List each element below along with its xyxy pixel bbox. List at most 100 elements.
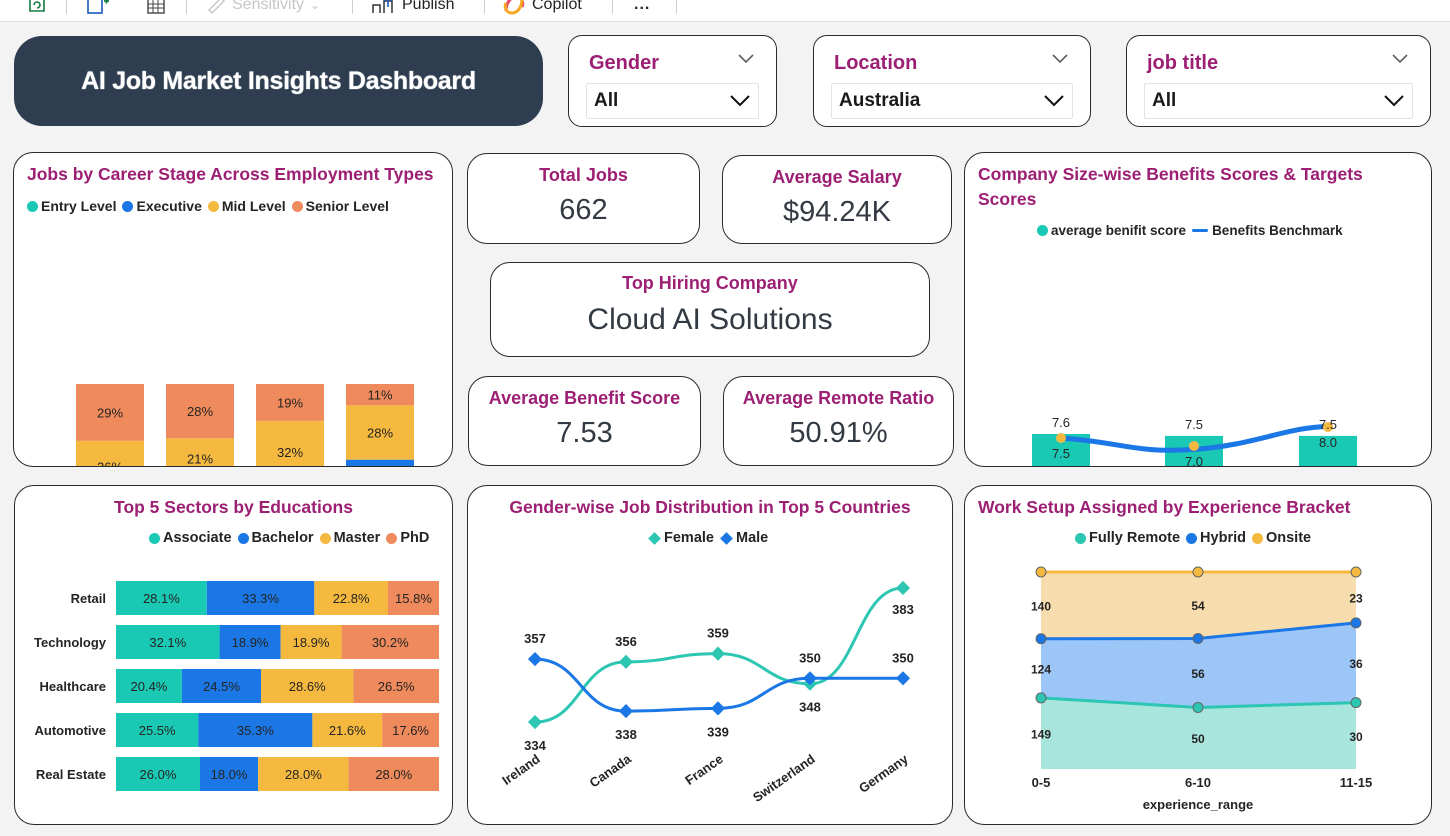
data-label: 56 bbox=[1191, 666, 1205, 680]
chevron-down-icon bbox=[730, 95, 750, 107]
data-label: 7.5 bbox=[1184, 416, 1202, 431]
publish-label: Publish bbox=[402, 0, 455, 13]
chevron-down-icon: ⌄ bbox=[310, 0, 321, 12]
data-label: 124 bbox=[1030, 662, 1050, 676]
data-point[interactable] bbox=[618, 654, 633, 669]
data-point[interactable] bbox=[1192, 632, 1203, 644]
chevron-down-icon bbox=[1384, 95, 1404, 107]
data-label: 350 bbox=[799, 650, 821, 665]
data-label: 357 bbox=[524, 631, 546, 646]
kpi-value: $94.24K bbox=[782, 196, 892, 228]
x-tick-label: 11-15 bbox=[1339, 775, 1372, 790]
data-label: 356 bbox=[615, 633, 637, 648]
data-point[interactable] bbox=[1035, 691, 1046, 703]
collapse-chevron-icon[interactable] bbox=[1052, 54, 1068, 64]
data-label: 338 bbox=[615, 727, 637, 742]
data-label: 28.0% bbox=[375, 767, 412, 782]
gender-dropdown[interactable]: All bbox=[586, 83, 759, 119]
table-button[interactable] bbox=[146, 0, 166, 16]
data-point[interactable] bbox=[527, 651, 542, 666]
table-icon bbox=[147, 0, 165, 14]
data-label: 23 bbox=[1349, 591, 1363, 605]
data-point[interactable] bbox=[1035, 632, 1046, 644]
publish-button[interactable]: Publish bbox=[370, 0, 454, 16]
copilot-button[interactable]: Copilot bbox=[502, 0, 582, 16]
sectors-chart[interactable]: 28.1% 33.3% 22.8% 15.8% Retail 32.1% 18.9% 18.9… bbox=[14, 485, 453, 825]
ribbon-toolbar: Sensitivity ⌄ Publish Copilot ... bbox=[0, 0, 1450, 22]
sectors-chart-card[interactable]: Top 5 Sectors by Educations Associate Ba… bbox=[14, 485, 453, 825]
data-label: 30 bbox=[1349, 729, 1363, 743]
x-tick-label: Switzerland bbox=[749, 751, 817, 805]
data-label: 33.3% bbox=[242, 591, 279, 606]
score-marker[interactable] bbox=[1055, 432, 1066, 443]
benefits-chart[interactable]: Medium SizeSmall SizeLarge Size7.67.57.5… bbox=[964, 152, 1432, 467]
work-setup-chart-card[interactable]: Work Setup Assigned by Experience Bracke… bbox=[964, 485, 1432, 825]
dashboard-title-banner: AI Job Market Insights Dashboard bbox=[14, 36, 543, 126]
data-label: 50 bbox=[1191, 732, 1205, 746]
data-label: 140 bbox=[1030, 599, 1050, 613]
data-point[interactable] bbox=[1035, 566, 1046, 577]
data-label: 334 bbox=[524, 738, 546, 753]
new-visual-button[interactable] bbox=[86, 0, 110, 16]
location-dropdown[interactable]: Australia bbox=[831, 83, 1073, 119]
average-benefit-score-card: Average Benefit Score 7.53 bbox=[468, 376, 701, 466]
location-slicer[interactable]: Location Australia bbox=[813, 35, 1091, 127]
job-title-slicer-label: job title bbox=[1147, 52, 1219, 74]
score-marker[interactable] bbox=[1188, 440, 1199, 451]
job-title-dropdown[interactable]: All bbox=[1144, 83, 1413, 119]
data-label: 28% bbox=[366, 425, 392, 440]
gender-distribution-chart-card[interactable]: Gender-wise Job Distribution in Top 5 Co… bbox=[467, 485, 953, 825]
work-setup-chart[interactable]: 149 50 30 124 56 36 140 54 23 0-5 6-10 11-15 experie… bbox=[964, 485, 1432, 825]
data-label: 29% bbox=[96, 405, 122, 420]
job-title-value: All bbox=[1152, 90, 1177, 111]
copilot-icon bbox=[503, 0, 525, 15]
y-tick-label: Automotive bbox=[34, 723, 106, 738]
kpi-label: Total Jobs bbox=[539, 165, 628, 185]
publish-icon bbox=[372, 0, 393, 13]
data-point[interactable] bbox=[895, 670, 910, 685]
data-label: 18.0% bbox=[210, 767, 247, 782]
data-point[interactable] bbox=[710, 700, 725, 715]
bar-segment[interactable] bbox=[345, 459, 414, 466]
career-stage-chart-card[interactable]: Jobs by Career Stage Across Employment T… bbox=[13, 152, 453, 467]
data-point[interactable] bbox=[1192, 701, 1203, 713]
data-label: 15.8% bbox=[395, 591, 432, 606]
data-label: 20.4% bbox=[130, 679, 167, 694]
sensitivity-button[interactable]: Sensitivity ⌄ bbox=[206, 0, 320, 16]
job-title-slicer[interactable]: job title All bbox=[1126, 35, 1431, 127]
data-point[interactable] bbox=[527, 714, 542, 729]
data-point[interactable] bbox=[1192, 566, 1203, 577]
data-point[interactable] bbox=[1350, 566, 1361, 577]
benefits-chart-card[interactable]: Company Size-wise Benefits Scores & Targ… bbox=[964, 152, 1432, 467]
collapse-chevron-icon[interactable] bbox=[1392, 54, 1408, 64]
x-tick-label: Ireland bbox=[499, 751, 543, 788]
gender-distribution-chart[interactable]: 334 356 359 348 383 357 338 339 350 350 Ireland Can… bbox=[467, 485, 953, 825]
data-label: 350 bbox=[892, 650, 914, 665]
y-tick-label: Technology bbox=[34, 635, 107, 650]
data-label: 19% bbox=[276, 395, 302, 410]
data-point[interactable] bbox=[1350, 696, 1361, 708]
data-label: 383 bbox=[892, 601, 914, 616]
benchmark-label: 8.0 bbox=[1318, 435, 1336, 450]
sensitivity-icon bbox=[208, 0, 225, 14]
career-stage-chart[interactable]: 26%18%26%29%Freelance38%13%21%28%Part-Ti… bbox=[13, 152, 453, 467]
data-label: 18.9% bbox=[292, 635, 329, 650]
x-tick-label: France bbox=[682, 751, 726, 788]
x-axis-title: experience_range bbox=[1142, 797, 1253, 812]
data-point[interactable] bbox=[710, 646, 725, 661]
refresh-button[interactable] bbox=[26, 0, 48, 16]
benchmark-label: 7.5 bbox=[1051, 446, 1069, 461]
more-options-button[interactable]: ... bbox=[634, 0, 650, 16]
data-point[interactable] bbox=[618, 703, 633, 718]
data-point[interactable] bbox=[895, 580, 910, 595]
average-salary-card: Average Salary $94.24K bbox=[722, 155, 952, 244]
gender-slicer-label: Gender bbox=[589, 52, 660, 74]
data-label: 24.5% bbox=[203, 679, 240, 694]
data-label: 17.6% bbox=[392, 723, 429, 738]
x-tick-label: 6-10 bbox=[1184, 775, 1210, 790]
data-label: 7.5 bbox=[1318, 416, 1336, 431]
chevron-down-icon bbox=[1044, 95, 1064, 107]
collapse-chevron-icon[interactable] bbox=[738, 54, 754, 64]
gender-slicer[interactable]: Gender All bbox=[568, 35, 777, 127]
data-point[interactable] bbox=[1350, 616, 1361, 628]
